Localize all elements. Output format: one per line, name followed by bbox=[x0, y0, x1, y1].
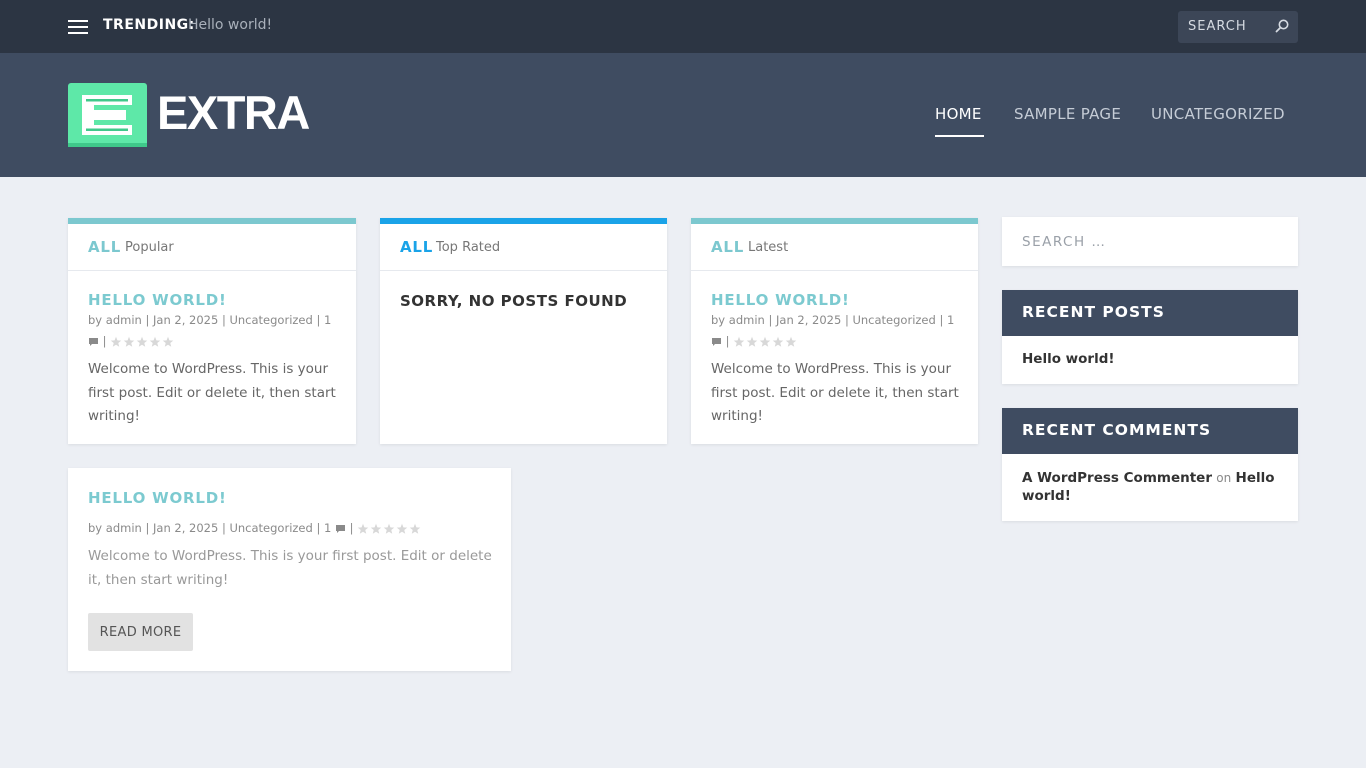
top-search-label: SEARCH bbox=[1188, 19, 1247, 34]
star-icon bbox=[733, 336, 745, 347]
nav-home[interactable]: HOME bbox=[935, 105, 982, 123]
search-icon[interactable] bbox=[1275, 19, 1289, 33]
post-date: Jan 2, 2025 bbox=[776, 313, 842, 327]
star-icon bbox=[162, 336, 174, 347]
nav-uncategorized[interactable]: UNCATEGORIZED bbox=[1151, 105, 1285, 123]
post-date: Jan 2, 2025 bbox=[153, 521, 219, 535]
widget-title: RECENT POSTS bbox=[1022, 303, 1165, 321]
category-link[interactable]: Uncategorized bbox=[229, 313, 312, 327]
card-header: ALL Latest bbox=[691, 224, 978, 271]
sidebar-search-input[interactable] bbox=[1002, 217, 1298, 266]
logo-text[interactable]: EXTRA bbox=[157, 85, 310, 140]
widget-title: RECENT COMMENTS bbox=[1022, 421, 1212, 439]
post-excerpt: Welcome to WordPress. This is your first… bbox=[88, 361, 336, 424]
star-icon bbox=[409, 523, 421, 534]
top-search-field[interactable]: SEARCH bbox=[1178, 11, 1298, 43]
card-header: ALL Top Rated bbox=[380, 224, 667, 271]
recent-comment-item: A WordPress Commenter on Hello world! bbox=[1022, 469, 1282, 505]
tab-top-rated[interactable]: Top Rated bbox=[436, 240, 500, 255]
star-icon bbox=[370, 523, 382, 534]
category-link[interactable]: Uncategorized bbox=[852, 313, 935, 327]
author-link[interactable]: admin bbox=[106, 313, 142, 327]
logo-mark-icon[interactable] bbox=[68, 83, 147, 147]
trending-label: TRENDING: bbox=[103, 17, 195, 33]
sidebar-search bbox=[1002, 217, 1298, 266]
widget-header: RECENT COMMENTS bbox=[1002, 408, 1298, 454]
author-link[interactable]: admin bbox=[729, 313, 765, 327]
star-icon bbox=[396, 523, 408, 534]
post-date: Jan 2, 2025 bbox=[153, 313, 219, 327]
tab-all[interactable]: ALL bbox=[711, 238, 744, 256]
star-icon bbox=[759, 336, 771, 347]
star-icon bbox=[123, 336, 135, 347]
post-meta: by admin | Jan 2, 2025 | Uncategorized |… bbox=[88, 310, 343, 352]
author-link[interactable]: admin bbox=[106, 521, 142, 535]
widget-header: RECENT POSTS bbox=[1002, 290, 1298, 336]
star-icon bbox=[136, 336, 148, 347]
recent-posts-widget: RECENT POSTS Hello world! bbox=[1002, 290, 1298, 384]
star-icon bbox=[149, 336, 161, 347]
star-icon bbox=[772, 336, 784, 347]
tab-popular[interactable]: Popular bbox=[125, 240, 174, 255]
top-bar: TRENDING: Hello world! SEARCH bbox=[0, 0, 1366, 53]
comments-count-link[interactable]: 1 bbox=[947, 313, 954, 327]
read-more-button[interactable]: READ MORE bbox=[88, 613, 193, 651]
no-posts-message: SORRY, NO POSTS FOUND bbox=[400, 292, 628, 310]
comment-icon bbox=[712, 337, 721, 346]
star-icon bbox=[746, 336, 758, 347]
post-title-link[interactable]: HELLO WORLD! bbox=[88, 489, 227, 507]
comments-count-link[interactable]: 1 bbox=[324, 313, 331, 327]
site-header: EXTRA HOME SAMPLE PAGE UNCATEGORIZED bbox=[0, 53, 1366, 177]
comment-icon bbox=[335, 524, 345, 533]
comment-author-link[interactable]: A WordPress Commenter bbox=[1022, 470, 1212, 486]
card-header: ALL Popular bbox=[68, 224, 356, 271]
star-icon bbox=[785, 336, 797, 347]
star-icon bbox=[357, 523, 369, 534]
posts-card-top-rated: ALL Top Rated SORRY, NO POSTS FOUND bbox=[380, 218, 667, 444]
featured-post-card: HELLO WORLD! by admin | Jan 2, 2025 | Un… bbox=[68, 468, 511, 671]
post-title-link[interactable]: HELLO WORLD! bbox=[88, 291, 227, 309]
rating-stars bbox=[733, 331, 798, 352]
recent-post-link[interactable]: Hello world! bbox=[1022, 351, 1115, 367]
comment-icon bbox=[89, 337, 98, 346]
post-meta: by admin | Jan 2, 2025 | Uncategorized |… bbox=[711, 310, 966, 352]
post-excerpt: Welcome to WordPress. This is your first… bbox=[711, 361, 959, 424]
star-icon bbox=[110, 336, 122, 347]
posts-card-latest: ALL Latest HELLO WORLD! by admin | Jan 2… bbox=[691, 218, 978, 444]
post-excerpt: Welcome to WordPress. This is your first… bbox=[88, 548, 492, 588]
tab-all[interactable]: ALL bbox=[88, 238, 121, 256]
rating-stars bbox=[110, 331, 175, 352]
category-link[interactable]: Uncategorized bbox=[229, 521, 312, 535]
comment-on-text: on bbox=[1216, 471, 1232, 485]
tab-latest[interactable]: Latest bbox=[748, 240, 788, 255]
star-icon bbox=[383, 523, 395, 534]
rating-stars bbox=[357, 518, 422, 539]
nav-sample-page[interactable]: SAMPLE PAGE bbox=[1014, 105, 1121, 123]
post-meta: by admin | Jan 2, 2025 | Uncategorized |… bbox=[88, 518, 498, 539]
posts-card-popular: ALL Popular HELLO WORLD! by admin | Jan … bbox=[68, 218, 356, 444]
trending-post-link[interactable]: Hello world! bbox=[188, 17, 272, 33]
tab-all[interactable]: ALL bbox=[400, 238, 433, 256]
comments-count-link[interactable]: 1 bbox=[324, 521, 331, 535]
nav-active-underline bbox=[935, 135, 984, 137]
hamburger-icon[interactable] bbox=[68, 19, 88, 35]
recent-comments-widget: RECENT COMMENTS A WordPress Commenter on… bbox=[1002, 408, 1298, 521]
post-title-link[interactable]: HELLO WORLD! bbox=[711, 291, 850, 309]
